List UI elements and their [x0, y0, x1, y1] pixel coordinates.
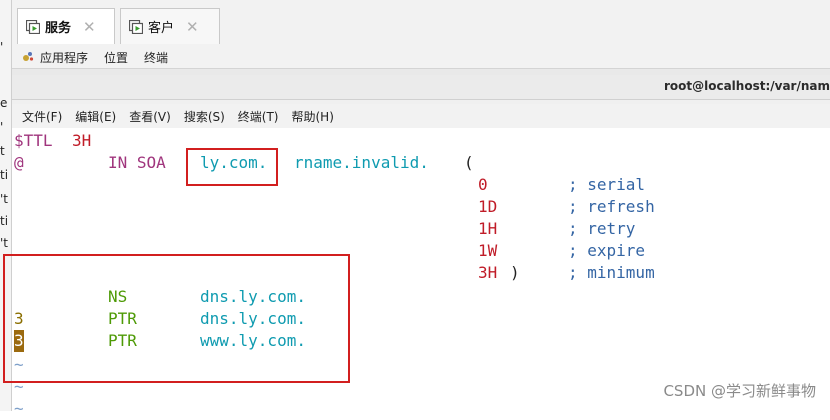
gnome-foot-icon [22, 51, 34, 63]
soa-serial-value: 0 [478, 175, 488, 194]
menu-file[interactable]: 文件(F) [22, 108, 62, 125]
record-class-type: IN SOA [108, 153, 166, 172]
menu-terminal[interactable]: 终端(T) [238, 108, 279, 125]
origin-symbol: @ [14, 153, 24, 172]
tab-services[interactable]: 服务 ✕ [17, 8, 115, 44]
terminal-menu[interactable]: 终端 [144, 49, 168, 66]
edge-char: 't [0, 236, 9, 250]
menu-edit[interactable]: 编辑(E) [75, 108, 116, 125]
edge-char: t [0, 144, 5, 158]
terminal-title-bar: root@localhost:/var/nam [12, 75, 830, 100]
soa-rname: rname.invalid. [294, 153, 429, 172]
tab-client[interactable]: 客户 ✕ [120, 8, 220, 44]
edge-char: ' [0, 120, 4, 134]
soa-expire-value: 1W [478, 241, 498, 260]
menu-search[interactable]: 搜索(S) [184, 108, 225, 125]
open-paren: ( [464, 153, 474, 172]
ttl-value: 3H [72, 131, 92, 150]
ttl-directive: $TTL [14, 131, 53, 150]
vm-icon [128, 19, 144, 34]
vim-empty-line: ~ [14, 399, 24, 418]
menu-view[interactable]: 查看(V) [129, 108, 171, 125]
window-title: root@localhost:/var/nam [663, 79, 830, 93]
edge-char: 't [0, 192, 9, 206]
edge-char: ti [0, 168, 9, 182]
applications-menu[interactable]: 应用程序 [40, 49, 88, 66]
soa-refresh-value: 1D [478, 197, 498, 216]
menu-help[interactable]: 帮助(H) [292, 108, 334, 125]
soa-refresh-comment: ; refresh [568, 197, 655, 216]
soa-expire-comment: ; expire [568, 241, 646, 260]
places-menu[interactable]: 位置 [104, 49, 128, 66]
close-paren: ) [510, 263, 520, 282]
gnome-top-bar: 应用程序 位置 终端 [12, 46, 830, 69]
tab-label: 服务 [45, 21, 72, 36]
vm-icon [25, 19, 41, 34]
edge-char: ti [0, 214, 9, 228]
tab-label: 客户 [148, 21, 175, 36]
soa-minimum-value: 3H [478, 263, 498, 282]
close-icon[interactable]: ✕ [186, 18, 199, 36]
soa-retry-comment: ; retry [568, 219, 636, 238]
annotation-box-records [3, 254, 350, 383]
edge-char: ' [0, 40, 4, 54]
terminal-menu-bar: 文件(F) 编辑(E) 查看(V) 搜索(S) 终端(T) 帮助(H) [12, 104, 830, 128]
soa-minimum-comment: ; minimum [568, 263, 655, 282]
soa-serial-comment: ; serial [568, 175, 646, 194]
soa-retry-value: 1H [478, 219, 498, 238]
edge-char: e [0, 96, 8, 110]
close-icon[interactable]: ✕ [83, 18, 96, 36]
watermark: CSDN @学习新鲜事物 [663, 382, 816, 400]
annotation-box-domain [186, 148, 278, 186]
